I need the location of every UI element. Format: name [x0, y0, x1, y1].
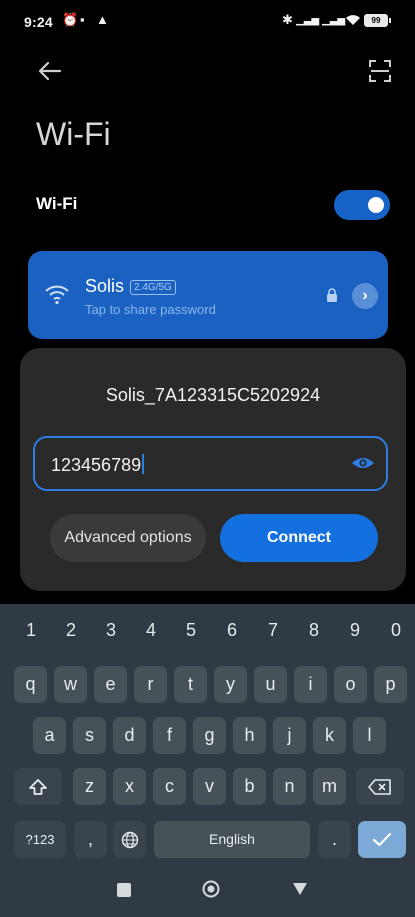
eye-icon[interactable] — [351, 453, 375, 473]
wifi-toggle[interactable] — [334, 190, 390, 220]
key-o[interactable]: o — [334, 666, 367, 703]
wifi-icon — [45, 285, 69, 305]
key-x[interactable]: x — [113, 768, 146, 805]
teams-icon: ▪ — [80, 12, 85, 27]
period-key[interactable]: . — [318, 821, 351, 858]
globe-icon — [121, 832, 138, 849]
key-7[interactable]: 7 — [263, 620, 283, 641]
key-v[interactable]: v — [193, 768, 226, 805]
backspace-key[interactable] — [356, 768, 404, 805]
key-6[interactable]: 6 — [222, 620, 242, 641]
key-r[interactable]: r — [134, 666, 167, 703]
status-bar: 9:24 ⏰ ▪ ▲ ✱ ▁▃▅ ▁▃▅ 99 — [0, 0, 415, 38]
key-0[interactable]: 0 — [386, 620, 406, 641]
lock-icon — [327, 288, 337, 302]
wifi-toggle-label: Wi-Fi — [36, 194, 78, 213]
key-e[interactable]: e — [94, 666, 127, 703]
globe-key[interactable] — [113, 821, 146, 858]
bluetooth-icon: ✱ — [282, 12, 293, 27]
alarm-icon: ⏰ — [62, 12, 79, 27]
key-f[interactable]: f — [153, 717, 186, 754]
key-z[interactable]: z — [73, 768, 106, 805]
band-badge: 2.4G/5G — [130, 280, 176, 295]
password-dialog: Solis_7A123315C5202924 123456789 Advance… — [20, 348, 406, 591]
network-card[interactable]: Solis 2.4G/5G Tap to share password › — [28, 251, 388, 339]
key-i[interactable]: i — [294, 666, 327, 703]
network-name: Solis — [85, 276, 125, 296]
key-l[interactable]: l — [353, 717, 386, 754]
key-c[interactable]: c — [153, 768, 186, 805]
key-g[interactable]: g — [193, 717, 226, 754]
key-y[interactable]: y — [214, 666, 247, 703]
key-a[interactable]: a — [33, 717, 66, 754]
scan-qr-icon[interactable] — [368, 59, 392, 83]
wifi-status-icon — [346, 15, 360, 25]
page-title: Wi-Fi — [36, 116, 111, 152]
key-3[interactable]: 3 — [101, 620, 121, 641]
key-2[interactable]: 2 — [61, 620, 81, 641]
arrow-left-icon[interactable] — [36, 57, 64, 85]
text-caret — [142, 454, 145, 474]
key-j[interactable]: j — [273, 717, 306, 754]
checkmark-icon — [372, 833, 392, 847]
key-q[interactable]: q — [14, 666, 47, 703]
connect-button[interactable]: Connect — [220, 514, 378, 562]
recents-icon[interactable] — [117, 883, 131, 897]
shift-icon — [29, 779, 47, 796]
network-details-button[interactable]: › — [352, 283, 378, 309]
home-icon[interactable] — [202, 880, 220, 898]
key-1[interactable]: 1 — [21, 620, 41, 641]
dialog-title: Solis_7A123315C5202924 — [105, 385, 321, 405]
signal-icon: ▁▃▅ — [296, 15, 320, 26]
key-4[interactable]: 4 — [141, 620, 161, 641]
keyboard: 1 2 3 4 5 6 7 8 9 0 q w e r t y u i o p … — [0, 604, 415, 868]
signal-icon: ▁▃▅ — [322, 15, 346, 26]
password-value: 123456789 — [51, 454, 145, 476]
status-time: 9:24 — [24, 14, 53, 30]
network-subtitle: Tap to share password — [85, 302, 216, 317]
key-h[interactable]: h — [233, 717, 266, 754]
battery-icon: 99 — [364, 14, 391, 27]
back-triangle-icon[interactable] — [292, 882, 308, 896]
toggle-knob — [368, 197, 384, 213]
key-8[interactable]: 8 — [304, 620, 324, 641]
key-9[interactable]: 9 — [345, 620, 365, 641]
key-u[interactable]: u — [254, 666, 287, 703]
password-field[interactable]: 123456789 — [33, 436, 388, 491]
key-t[interactable]: t — [174, 666, 207, 703]
drive-icon: ▲ — [96, 12, 109, 27]
shift-key[interactable] — [14, 768, 62, 805]
backspace-icon — [368, 779, 391, 796]
advanced-options-button[interactable]: Advanced options — [50, 514, 206, 562]
key-k[interactable]: k — [313, 717, 346, 754]
enter-key[interactable] — [358, 821, 406, 858]
key-s[interactable]: s — [73, 717, 106, 754]
key-5[interactable]: 5 — [181, 620, 201, 641]
key-n[interactable]: n — [273, 768, 306, 805]
key-p[interactable]: p — [374, 666, 407, 703]
comma-key[interactable]: , — [74, 821, 107, 858]
key-w[interactable]: w — [54, 666, 87, 703]
key-d[interactable]: d — [113, 717, 146, 754]
key-m[interactable]: m — [313, 768, 346, 805]
symbols-key[interactable]: ?123 — [14, 821, 66, 858]
space-key[interactable]: English — [154, 821, 310, 858]
key-b[interactable]: b — [233, 768, 266, 805]
navigation-bar — [0, 868, 415, 917]
